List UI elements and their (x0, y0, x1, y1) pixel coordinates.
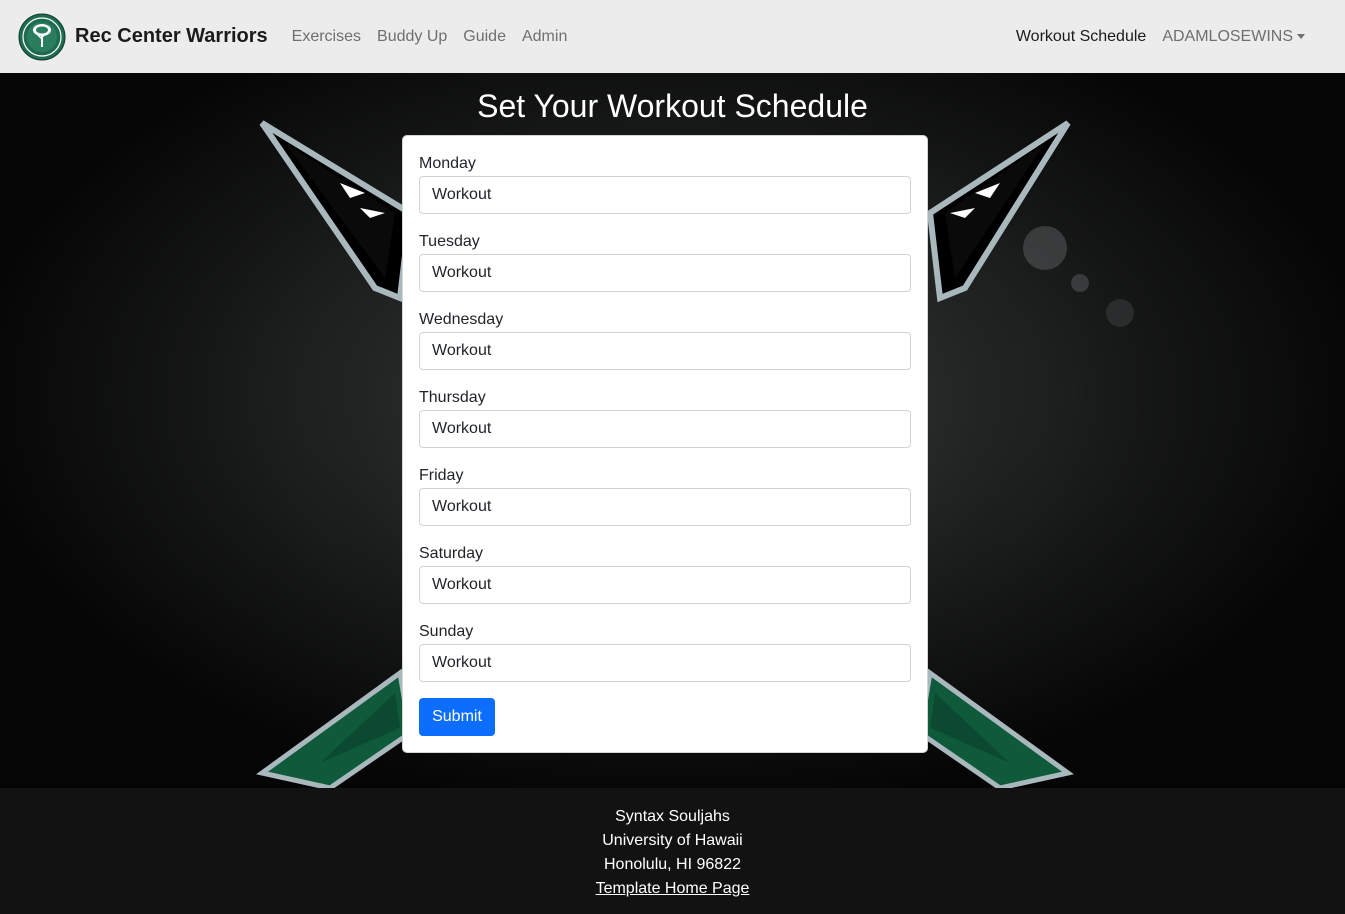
field-label-tuesday: Tuesday (419, 233, 480, 250)
field-label-monday: Monday (419, 155, 476, 172)
template-home-page-link[interactable]: Template Home Page (596, 880, 750, 897)
field-label-friday: Friday (419, 467, 464, 484)
footer-team-name: Syntax Souljahs (615, 808, 730, 825)
nav-link-admin[interactable]: Admin (522, 28, 567, 46)
field-label-saturday: Saturday (419, 545, 484, 562)
field-friday: Friday (419, 464, 911, 542)
field-label-wednesday: Wednesday (419, 311, 504, 328)
nav-link-buddy-up[interactable]: Buddy Up (377, 28, 447, 46)
field-label-sunday: Sunday (419, 623, 474, 640)
user-name: ADAMLOSEWINS (1162, 27, 1293, 45)
nav-link-workout-schedule[interactable]: Workout Schedule (1016, 28, 1146, 46)
footer: Syntax Souljahs University of Hawaii Hon… (0, 788, 1345, 914)
nav-links: Exercises Buddy Up Guide Admin (292, 28, 584, 46)
field-saturday: Saturday (419, 542, 911, 620)
input-saturday[interactable] (419, 566, 911, 604)
user-dropdown[interactable]: ADAMLOSEWINS (1162, 28, 1305, 46)
submit-button[interactable]: Submit (419, 698, 495, 736)
field-label-thursday: Thursday (419, 389, 486, 406)
field-sunday: Sunday (419, 620, 911, 698)
field-monday: Monday (419, 152, 911, 230)
input-friday[interactable] (419, 488, 911, 526)
rec-center-tree-logo-icon (18, 13, 66, 60)
brand-name: Rec Center Warriors (75, 25, 268, 47)
nav-link-exercises[interactable]: Exercises (292, 28, 361, 46)
input-thursday[interactable] (419, 410, 911, 448)
schedule-form-card: Monday Tuesday Wednesday Thursday Friday… (402, 135, 928, 753)
navbar: Rec Center Warriors Exercises Buddy Up G… (0, 0, 1345, 73)
input-wednesday[interactable] (419, 332, 911, 370)
field-thursday: Thursday (419, 386, 911, 464)
caret-down-icon (1297, 34, 1305, 39)
page-title: Set Your Workout Schedule (477, 88, 868, 124)
input-sunday[interactable] (419, 644, 911, 682)
footer-address: Honolulu, HI 96822 (604, 856, 741, 873)
brand-home-link[interactable]: Rec Center Warriors (18, 13, 268, 61)
input-tuesday[interactable] (419, 254, 911, 292)
nav-link-guide[interactable]: Guide (463, 28, 506, 46)
footer-university: University of Hawaii (602, 832, 743, 849)
input-monday[interactable] (419, 176, 911, 214)
field-wednesday: Wednesday (419, 308, 911, 386)
field-tuesday: Tuesday (419, 230, 911, 308)
nav-right: Workout Schedule ADAMLOSEWINS (1016, 0, 1305, 73)
